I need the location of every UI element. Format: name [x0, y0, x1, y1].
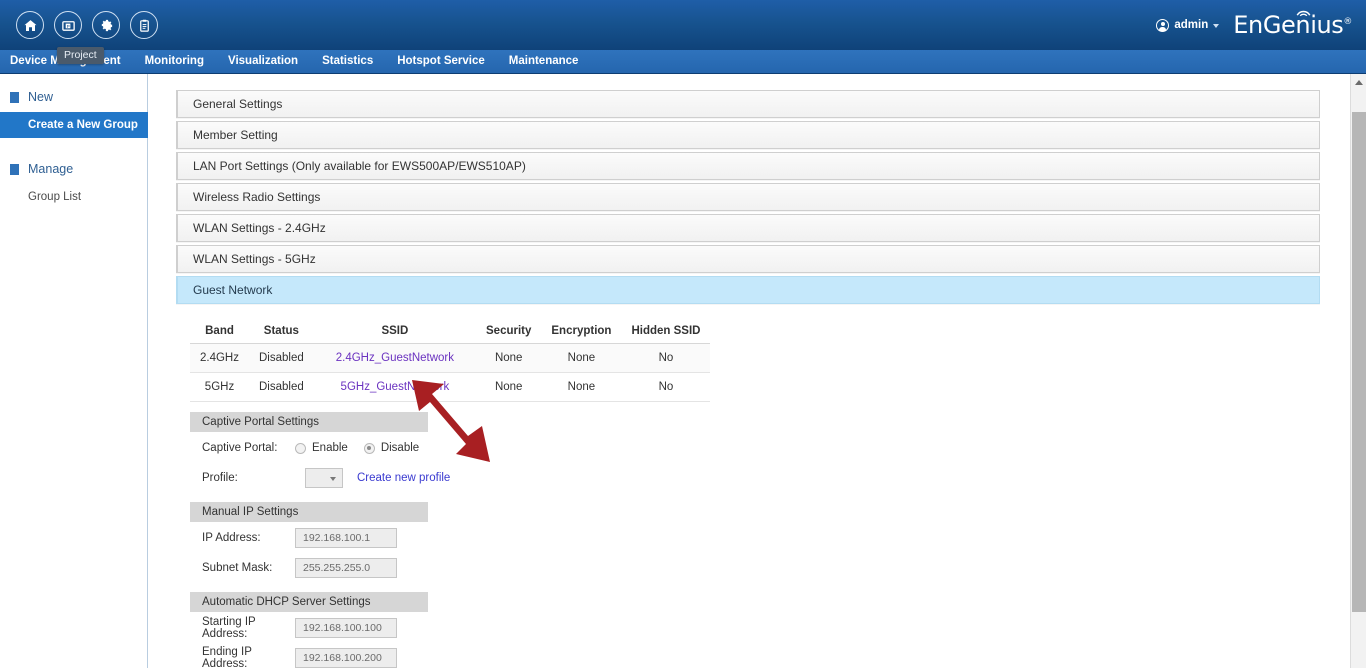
- col-hidden-ssid: Hidden SSID: [621, 321, 710, 344]
- chevron-down-icon: [1213, 24, 1219, 28]
- cell-hidden: No: [621, 373, 710, 402]
- ending-ip-input[interactable]: 192.168.100.200: [295, 648, 397, 668]
- left-sidebar: New Create a New Group Manage Group List: [0, 74, 148, 668]
- starting-ip-label: Starting IP Address:: [190, 616, 295, 640]
- captive-portal-row: Captive Portal: Enable Disable: [190, 434, 1320, 462]
- header-icon-group: P: [0, 11, 158, 39]
- gear-icon[interactable]: [92, 11, 120, 39]
- brand-text: EnGenius: [1233, 11, 1343, 39]
- project-tooltip: Project: [57, 47, 104, 64]
- engenius-logo: EnGenius®: [1233, 11, 1352, 39]
- profile-row: Profile: Create new profile: [190, 464, 1320, 492]
- accordion-wlan-settings-5ghz[interactable]: WLAN Settings - 5GHz: [176, 245, 1320, 273]
- sidebar-section-manage: Manage: [0, 154, 147, 184]
- col-encryption: Encryption: [541, 321, 621, 344]
- bullet-icon: [10, 164, 19, 175]
- radio-enable[interactable]: [295, 443, 306, 454]
- radio-disable[interactable]: [364, 443, 375, 454]
- col-band: Band: [190, 321, 249, 344]
- captive-portal-settings-heading: Captive Portal Settings: [190, 412, 428, 432]
- cell-ssid: 2.4GHz_GuestNetwork: [314, 344, 476, 373]
- cell-encryption: None: [541, 344, 621, 373]
- user-avatar-icon: [1156, 19, 1169, 32]
- profile-label: Profile:: [190, 472, 295, 484]
- cell-security: None: [476, 373, 541, 402]
- accordion-wlan-settings-24ghz[interactable]: WLAN Settings - 2.4GHz: [176, 214, 1320, 242]
- create-new-profile-link[interactable]: Create new profile: [357, 472, 450, 484]
- ending-ip-row: Ending IP Address: 192.168.100.200: [190, 644, 1320, 668]
- col-status: Status: [249, 321, 314, 344]
- subnet-mask-label: Subnet Mask:: [190, 562, 295, 574]
- home-icon[interactable]: [16, 11, 44, 39]
- nav-item-hotspot-service[interactable]: Hotspot Service: [385, 50, 497, 73]
- cell-band: 2.4GHz: [190, 344, 249, 373]
- accordion-member-setting[interactable]: Member Setting: [176, 121, 1320, 149]
- cell-hidden: No: [621, 344, 710, 373]
- subnet-mask-row: Subnet Mask: 255.255.255.0: [190, 554, 1320, 582]
- ip-address-input[interactable]: 192.168.100.1: [295, 528, 397, 548]
- header-right-group: admin EnGenius®: [1156, 11, 1366, 39]
- nav-item-monitoring[interactable]: Monitoring: [133, 50, 216, 73]
- starting-ip-input[interactable]: 192.168.100.100: [295, 618, 397, 638]
- svg-text:P: P: [66, 23, 69, 28]
- guest-network-table: Band Status SSID Security Encryption Hid…: [190, 321, 710, 402]
- radio-enable-label: Enable: [312, 442, 348, 454]
- cell-band: 5GHz: [190, 373, 249, 402]
- accordion-general-settings[interactable]: General Settings: [176, 90, 1320, 118]
- scroll-up-arrow-icon[interactable]: [1351, 74, 1366, 91]
- dhcp-settings-heading: Automatic DHCP Server Settings: [190, 592, 428, 612]
- starting-ip-row: Starting IP Address: 192.168.100.100: [190, 614, 1320, 642]
- cell-status: Disabled: [249, 344, 314, 373]
- cell-security: None: [476, 344, 541, 373]
- sidebar-item-group-list[interactable]: Group List: [0, 184, 147, 210]
- ip-address-label: IP Address:: [190, 532, 295, 544]
- subnet-mask-input[interactable]: 255.255.255.0: [295, 558, 397, 578]
- accordion-guest-network[interactable]: Guest Network: [176, 276, 1320, 304]
- user-name-label: admin: [1174, 19, 1208, 31]
- col-security: Security: [476, 321, 541, 344]
- sidebar-item-label: Group List: [28, 191, 81, 203]
- bullet-icon: [10, 92, 19, 103]
- col-ssid: SSID: [314, 321, 476, 344]
- manual-ip-settings-heading: Manual IP Settings: [190, 502, 428, 522]
- cell-encryption: None: [541, 373, 621, 402]
- main-content-area: General Settings Member Setting LAN Port…: [149, 74, 1350, 668]
- ip-address-row: IP Address: 192.168.100.1: [190, 524, 1320, 552]
- ending-ip-label: Ending IP Address:: [190, 646, 295, 668]
- ssid-link-text: 5GHz_GuestNetwork: [341, 381, 450, 393]
- nav-item-visualization[interactable]: Visualization: [216, 50, 310, 73]
- top-header-bar: P admin: [0, 0, 1366, 50]
- accordion-panel-list: General Settings Member Setting LAN Port…: [149, 74, 1350, 668]
- project-icon[interactable]: P: [54, 11, 82, 39]
- main-navigation-bar: Device Management Monitoring Visualizati…: [0, 50, 1366, 74]
- profile-select[interactable]: [305, 468, 343, 488]
- ssid-link-24ghz[interactable]: 2.4GHz_GuestNetwork: [324, 349, 466, 367]
- captive-portal-label: Captive Portal:: [190, 442, 295, 454]
- accordion-lan-port-settings[interactable]: LAN Port Settings (Only available for EW…: [176, 152, 1320, 180]
- nav-item-maintenance[interactable]: Maintenance: [497, 50, 591, 73]
- table-header-row: Band Status SSID Security Encryption Hid…: [190, 321, 710, 344]
- ssid-link-text: 2.4GHz_GuestNetwork: [336, 352, 454, 364]
- cell-status: Disabled: [249, 373, 314, 402]
- accordion-wireless-radio-settings[interactable]: Wireless Radio Settings: [176, 183, 1320, 211]
- guest-network-panel-body: Band Status SSID Security Encryption Hid…: [176, 307, 1320, 668]
- ssid-link-5ghz[interactable]: 5GHz_GuestNetwork: [329, 378, 462, 396]
- brand-registered-mark: ®: [1343, 17, 1352, 27]
- vertical-scrollbar[interactable]: [1350, 74, 1366, 668]
- scrollbar-thumb[interactable]: [1352, 112, 1366, 612]
- cell-ssid: 5GHz_GuestNetwork: [314, 373, 476, 402]
- nav-item-statistics[interactable]: Statistics: [310, 50, 385, 73]
- table-row: 5GHz Disabled 5GHz_GuestNetwork None Non…: [190, 373, 710, 402]
- user-menu[interactable]: admin: [1156, 19, 1219, 32]
- table-row: 2.4GHz Disabled 2.4GHz_GuestNetwork None…: [190, 344, 710, 373]
- sidebar-section-label: Manage: [28, 162, 73, 176]
- sidebar-section-label: New: [28, 90, 53, 104]
- radio-disable-label: Disable: [381, 442, 419, 454]
- sidebar-section-new: New: [0, 82, 147, 112]
- captive-portal-radio-group: Enable Disable: [295, 442, 429, 454]
- clipboard-icon[interactable]: [130, 11, 158, 39]
- sidebar-item-create-a-new-group[interactable]: Create a New Group: [0, 112, 148, 138]
- sidebar-item-label: Create a New Group: [28, 119, 138, 131]
- wifi-arc-icon: [1296, 8, 1311, 17]
